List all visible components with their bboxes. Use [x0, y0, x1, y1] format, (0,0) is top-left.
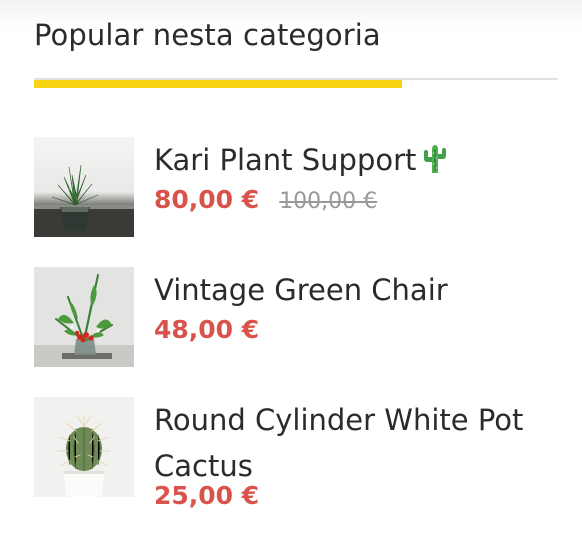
product-name-text: Round Cylinder White Pot Cactus — [154, 403, 524, 483]
price-row: 80,00 € 100,00 € — [154, 185, 377, 214]
product-name-link[interactable]: Vintage Green Chair — [154, 267, 558, 313]
cactus-icon — [422, 141, 448, 187]
sale-price: 80,00 € — [154, 185, 260, 214]
title-accent-bar — [34, 80, 402, 88]
sale-price: 48,00 € — [154, 315, 260, 344]
product-thumbnail[interactable] — [34, 397, 134, 497]
succulent-in-glass-pot-image — [34, 137, 134, 237]
regular-price: 100,00 € — [279, 189, 378, 214]
widget-title: Popular nesta categoria — [34, 18, 381, 52]
product-name-text: Vintage Green Chair — [154, 273, 448, 307]
product-name-text: Kari Plant Support — [154, 143, 417, 177]
round-cactus-in-white-pot-image — [34, 397, 134, 497]
price-row: 25,00 € — [154, 481, 259, 510]
product-thumbnail[interactable] — [34, 267, 134, 367]
sale-price: 25,00 € — [154, 481, 260, 510]
price-row: 48,00 € — [154, 315, 259, 344]
flower-arrangement-image — [34, 267, 134, 367]
product-name-link[interactable]: Kari Plant Support — [154, 137, 558, 187]
product-thumbnail[interactable] — [34, 137, 134, 237]
product-name-link[interactable]: Round Cylinder White Pot Cactus — [154, 397, 558, 489]
